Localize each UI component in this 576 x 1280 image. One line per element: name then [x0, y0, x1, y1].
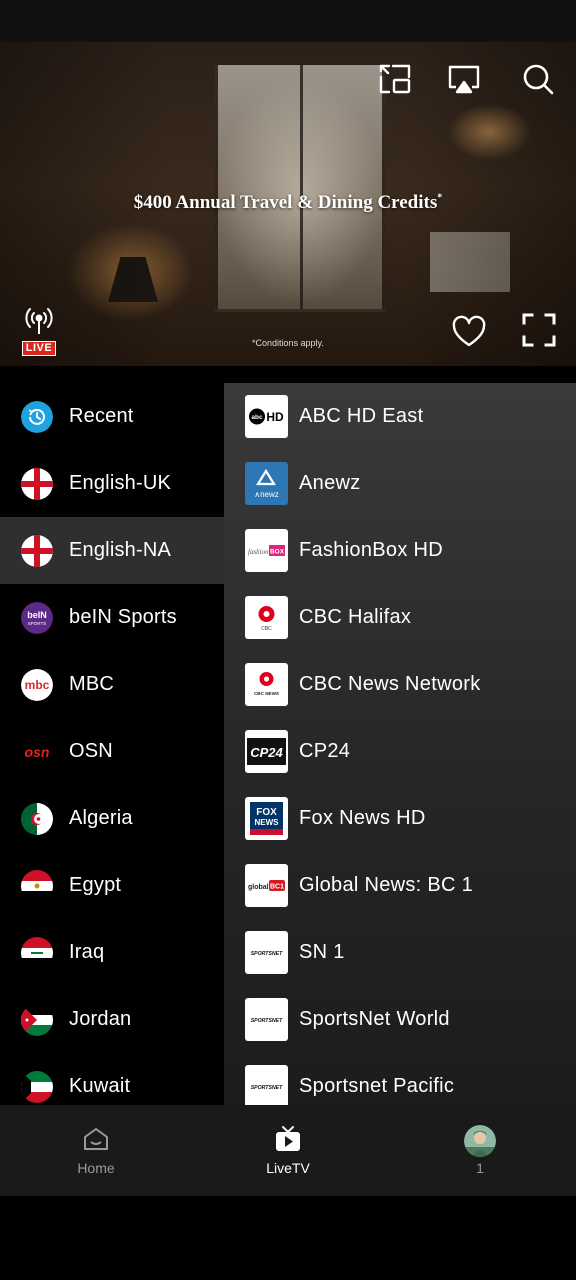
- status-bar: [0, 0, 576, 42]
- global-news-logo-icon: global BC1: [245, 864, 288, 907]
- svg-text:SPORTSNET: SPORTSNET: [251, 951, 283, 957]
- live-badge: LIVE: [22, 306, 56, 356]
- category-english-na[interactable]: English-NA: [0, 517, 224, 584]
- england-flag-icon: [21, 467, 53, 500]
- channel-sportsnet-pacific[interactable]: SPORTSNET Sportsnet Pacific: [224, 1053, 576, 1105]
- nav-livetv[interactable]: LiveTV: [192, 1105, 384, 1196]
- mbc-logo-icon: mbc: [21, 668, 53, 701]
- cbc-logo-icon: CBC: [245, 596, 288, 639]
- heart-icon[interactable]: [451, 314, 487, 350]
- svg-text:∧newz: ∧newz: [254, 490, 279, 499]
- live-tv-icon: [274, 1125, 302, 1153]
- category-bein-sports[interactable]: beIN SPORTS beIN Sports: [0, 584, 224, 651]
- system-navigation-area: [0, 1196, 576, 1280]
- anewz-logo-icon: ∧newz: [245, 462, 288, 505]
- sportsnet-logo-icon: SPORTSNET: [245, 998, 288, 1041]
- svg-text:abc: abc: [251, 414, 263, 421]
- channel-fox-news-hd[interactable]: FOX NEWS Fox News HD: [224, 785, 576, 852]
- svg-text:osn: osn: [25, 744, 50, 760]
- recent-icon: [21, 400, 53, 433]
- nav-profile[interactable]: 1: [384, 1105, 576, 1196]
- svg-text:global: global: [248, 884, 269, 891]
- svg-text:NEWS: NEWS: [255, 818, 280, 827]
- ad-disclaimer: *Conditions apply.: [252, 338, 324, 348]
- cbc-news-logo-icon: CBC NEWS: [245, 663, 288, 706]
- svg-text:BC1: BC1: [270, 884, 284, 891]
- channel-fashionbox-hd[interactable]: fashion BOX FashionBox HD: [224, 517, 576, 584]
- channel-cbc-news-network[interactable]: CBC NEWS CBC News Network: [224, 651, 576, 718]
- sportsnet-logo-icon: SPORTSNET: [245, 1065, 288, 1105]
- channel-cbc-halifax[interactable]: CBC CBC Halifax: [224, 584, 576, 651]
- svg-text:mbc: mbc: [25, 678, 50, 692]
- category-list[interactable]: Recent English-UK English-NA beIN SPORTS…: [0, 383, 224, 1105]
- england-flag-icon: [21, 534, 53, 567]
- category-osn[interactable]: osn OSN: [0, 718, 224, 785]
- bottom-navigation: Home LiveTV 1: [0, 1105, 576, 1196]
- search-icon[interactable]: [520, 61, 556, 97]
- category-kuwait[interactable]: Kuwait: [0, 1053, 224, 1105]
- svg-text:SPORTSNET: SPORTSNET: [251, 1018, 283, 1024]
- cast-icon[interactable]: [446, 61, 482, 97]
- fashionbox-logo-icon: fashion BOX: [245, 529, 288, 572]
- category-recent[interactable]: Recent: [0, 383, 224, 450]
- svg-text:FOX: FOX: [256, 807, 277, 818]
- sportsnet-logo-icon: SPORTSNET: [245, 931, 288, 974]
- kuwait-flag-icon: [21, 1070, 53, 1103]
- channel-abc-hd-east[interactable]: abc HD ABC HD East: [224, 383, 576, 450]
- category-iraq[interactable]: Iraq: [0, 919, 224, 986]
- nav-home[interactable]: Home: [0, 1105, 192, 1196]
- ad-headline: $400 Annual Travel & Dining Credits*: [133, 192, 443, 213]
- iraq-flag-icon: [21, 936, 53, 969]
- video-player[interactable]: $400 Annual Travel & Dining Credits* *Co…: [0, 42, 576, 366]
- abc-logo-icon: abc HD: [245, 395, 288, 438]
- channel-list[interactable]: abc HD ABC HD East ∧newz Anewz fashion B…: [224, 383, 576, 1105]
- picture-in-picture-icon[interactable]: [377, 61, 413, 97]
- svg-text:BOX: BOX: [270, 549, 285, 556]
- fullscreen-icon[interactable]: [521, 312, 557, 348]
- egypt-flag-icon: [21, 869, 53, 902]
- bein-sports-logo-icon: beIN SPORTS: [21, 601, 53, 634]
- svg-text:CP24: CP24: [250, 745, 283, 760]
- svg-text:CBC: CBC: [261, 626, 272, 632]
- profile-avatar: [464, 1125, 496, 1157]
- home-icon: [82, 1125, 110, 1153]
- svg-text:CBC NEWS: CBC NEWS: [254, 691, 279, 696]
- cp24-logo-icon: CP24: [245, 730, 288, 773]
- algeria-flag-icon: [21, 802, 53, 835]
- channel-global-news-bc1[interactable]: global BC1 Global News: BC 1: [224, 852, 576, 919]
- svg-text:SPORTS: SPORTS: [28, 621, 46, 626]
- channel-sportsnet-world[interactable]: SPORTSNET SportsNet World: [224, 986, 576, 1053]
- svg-text:SPORTSNET: SPORTSNET: [251, 1085, 283, 1091]
- fox-news-logo-icon: FOX NEWS: [245, 797, 288, 840]
- osn-logo-icon: osn: [21, 735, 53, 768]
- category-english-uk[interactable]: English-UK: [0, 450, 224, 517]
- category-jordan[interactable]: Jordan: [0, 986, 224, 1053]
- svg-text:HD: HD: [266, 410, 284, 424]
- channel-anewz[interactable]: ∧newz Anewz: [224, 450, 576, 517]
- jordan-flag-icon: [21, 1003, 53, 1036]
- channel-sn-1[interactable]: SPORTSNET SN 1: [224, 919, 576, 986]
- category-egypt[interactable]: Egypt: [0, 852, 224, 919]
- live-broadcast-icon: [25, 308, 53, 335]
- svg-text:fashion: fashion: [248, 548, 269, 556]
- category-mbc[interactable]: mbc MBC: [0, 651, 224, 718]
- channel-cp24[interactable]: CP24 CP24: [224, 718, 576, 785]
- svg-text:beIN: beIN: [27, 610, 47, 620]
- category-algeria[interactable]: Algeria: [0, 785, 224, 852]
